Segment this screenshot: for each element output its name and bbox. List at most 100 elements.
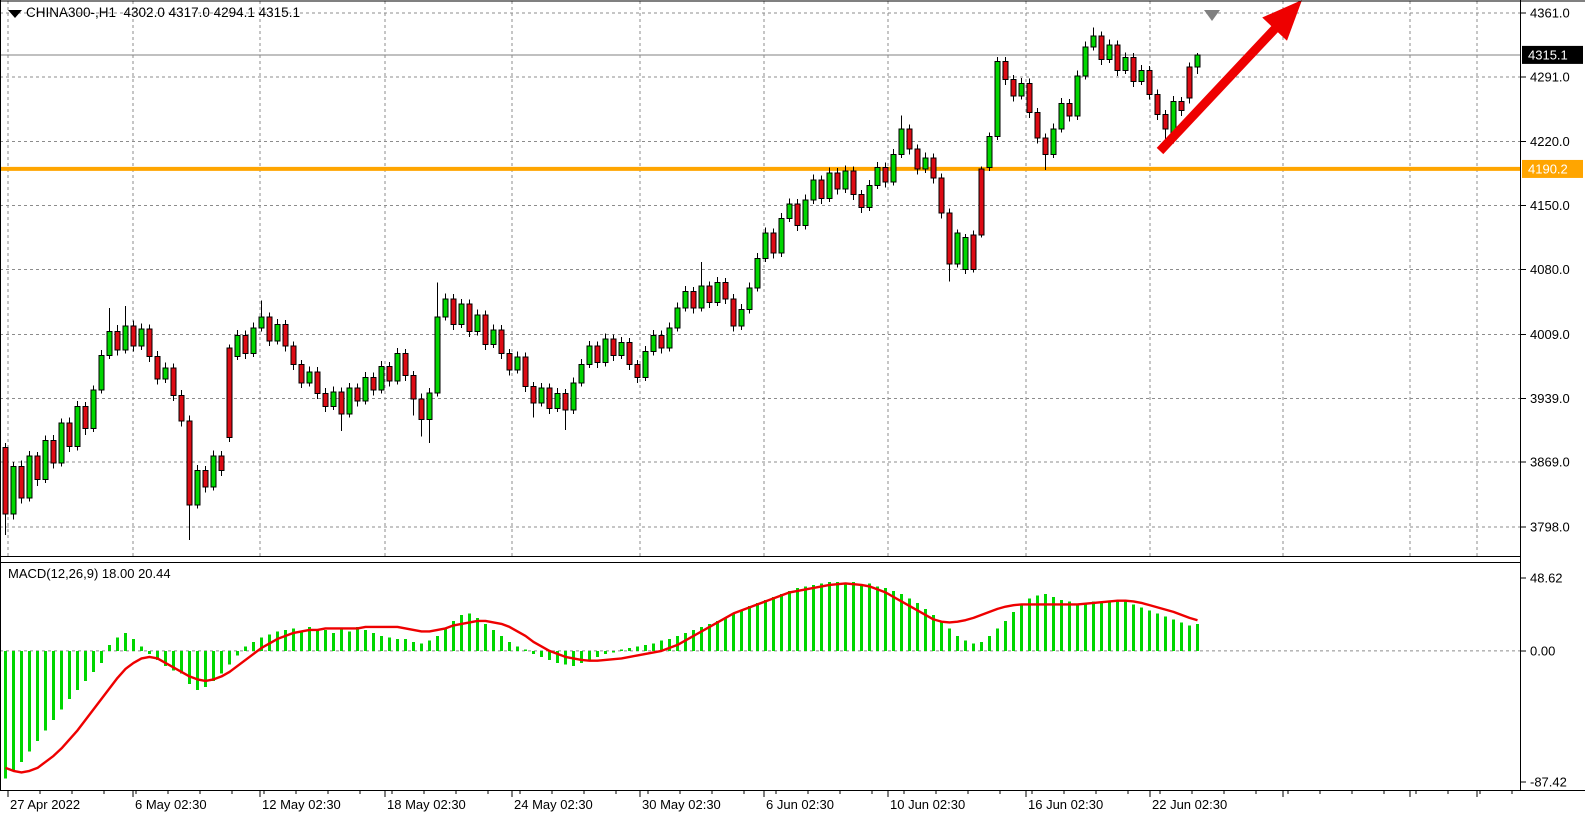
candle: [123, 326, 128, 350]
candle: [107, 332, 112, 356]
candle: [1099, 36, 1104, 60]
candle: [147, 329, 152, 356]
symbol-dropdown-icon[interactable]: [8, 10, 22, 18]
candle: [251, 328, 256, 354]
candle: [443, 299, 448, 317]
candle: [899, 129, 904, 155]
candle: [907, 129, 912, 149]
candle: [1123, 58, 1128, 71]
candle: [403, 354, 408, 376]
price-chart[interactable]: 4361.04291.04220.04150.04080.04009.03939…: [0, 0, 1585, 822]
candle: [1075, 76, 1080, 116]
candle: [179, 396, 184, 422]
candle: [291, 346, 296, 364]
macd-indicator-label: MACD(12,26,9) 18.00 20.44: [8, 566, 171, 581]
candle: [731, 299, 736, 326]
price-axis-label: 4361.0: [1530, 6, 1570, 21]
candle: [947, 213, 952, 264]
time-axis-label: 18 May 02:30: [387, 797, 466, 812]
candle: [723, 282, 728, 298]
candle: [563, 394, 568, 410]
candle: [99, 355, 104, 390]
price-axis-label: 4220.0: [1530, 134, 1570, 149]
bid-price-tag-text: 4315.1: [1528, 47, 1568, 62]
candle: [851, 171, 856, 195]
time-axis-label: 27 Apr 2022: [10, 797, 80, 812]
candle: [235, 335, 240, 356]
candle: [603, 339, 608, 363]
candle: [1059, 103, 1064, 129]
candle: [163, 368, 168, 379]
candle: [923, 158, 928, 169]
candle: [387, 366, 392, 381]
candle: [203, 470, 208, 486]
candle: [243, 335, 248, 353]
candle: [323, 394, 328, 407]
candle: [987, 136, 992, 167]
candle: [699, 286, 704, 308]
time-axis[interactable]: 27 Apr 20226 May 02:3012 May 02:3018 May…: [8, 790, 1512, 812]
time-axis-label: 22 Jun 02:30: [1152, 797, 1227, 812]
candle: [1091, 36, 1096, 47]
candle: [1131, 58, 1136, 82]
candle: [219, 456, 224, 471]
candle: [1003, 61, 1008, 79]
candle: [787, 204, 792, 219]
candle: [451, 299, 456, 325]
candle: [467, 304, 472, 331]
candle: [635, 364, 640, 377]
price-axis[interactable]: 4361.04291.04220.04150.04080.04009.03939…: [1520, 6, 1583, 535]
candle: [1187, 67, 1192, 98]
candle: [1179, 102, 1184, 111]
candle: [891, 155, 896, 182]
candle: [307, 372, 312, 383]
candle: [555, 394, 560, 409]
candle: [1115, 45, 1120, 71]
candle: [499, 330, 504, 354]
candle: [763, 233, 768, 259]
candle: [1155, 94, 1160, 114]
candle: [1027, 83, 1032, 112]
candle: [3, 448, 8, 515]
candle: [115, 332, 120, 350]
candle: [779, 218, 784, 253]
candle: [1195, 55, 1200, 67]
time-axis-label: 12 May 02:30: [262, 797, 341, 812]
macd-axis-label: -87.42: [1530, 775, 1567, 790]
candle: [939, 178, 944, 213]
candle: [571, 383, 576, 410]
candle: [171, 368, 176, 395]
candle: [51, 440, 56, 463]
macd-axis[interactable]: 48.620.00-87.42: [1520, 570, 1567, 789]
candle: [835, 173, 840, 189]
price-axis-label: 3869.0: [1530, 455, 1570, 470]
candle: [67, 423, 72, 447]
candle: [363, 377, 368, 401]
candle: [227, 348, 232, 437]
candle: [395, 354, 400, 381]
candle: [347, 388, 352, 414]
candle: [643, 352, 648, 378]
candle: [1163, 114, 1168, 129]
candle: [707, 286, 712, 302]
candle: [35, 456, 40, 480]
candle: [1011, 80, 1016, 96]
candle: [27, 456, 32, 498]
candle: [187, 421, 192, 505]
candle: [283, 324, 288, 346]
candle: [715, 282, 720, 302]
candle: [19, 467, 24, 498]
candle: [195, 470, 200, 505]
candle: [1019, 83, 1024, 96]
candle: [315, 372, 320, 394]
price-axis-label: 4291.0: [1530, 69, 1570, 84]
time-axis-label: 30 May 02:30: [642, 797, 721, 812]
candle: [747, 288, 752, 310]
candle: [11, 467, 16, 514]
candle: [91, 390, 96, 428]
candle: [75, 406, 80, 446]
macd-panel[interactable]: [0, 563, 1520, 790]
candle: [859, 195, 864, 208]
candle: [435, 317, 440, 393]
candle: [1043, 138, 1048, 154]
